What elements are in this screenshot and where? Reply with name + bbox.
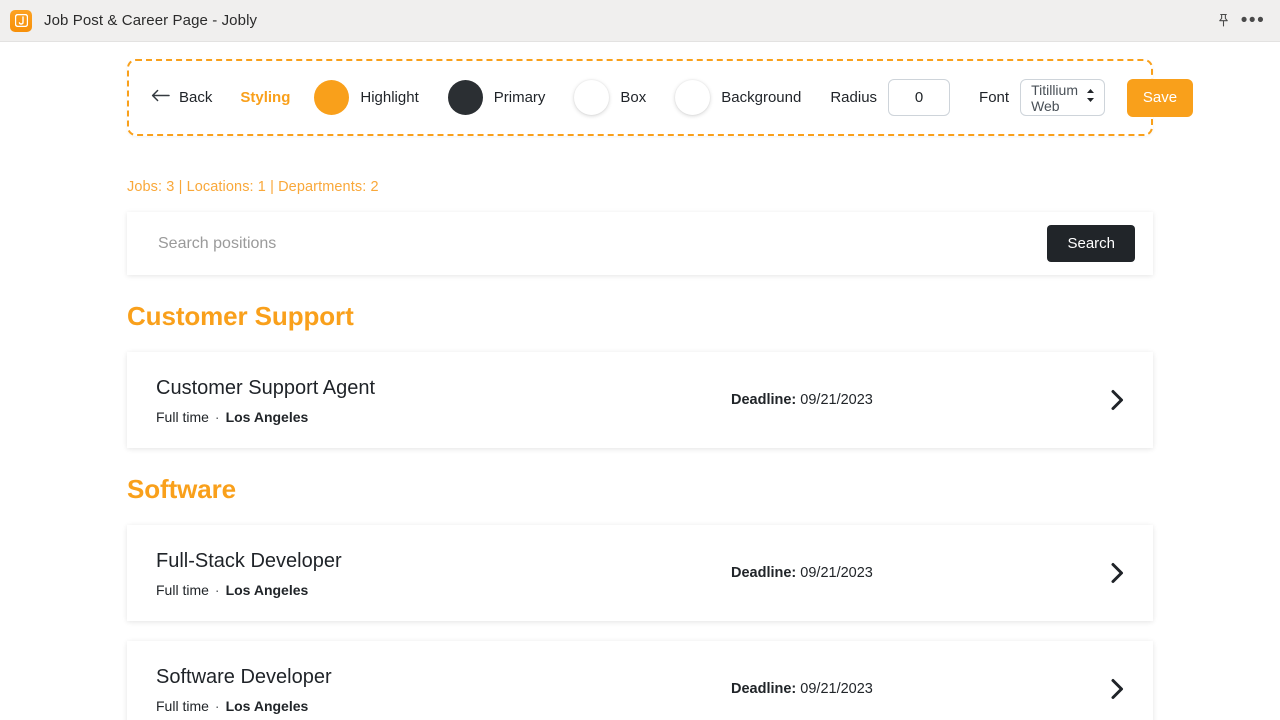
job-deadline: Deadline: 09/21/2023 [731,392,1110,408]
font-select-wrapper: Titillium Web [1020,79,1105,116]
primary-label: Primary [494,89,546,106]
job-main: Software Developer Full time · Los Angeles [156,665,731,714]
page-canvas: Back Styling Highlight Primary Box Backg… [0,42,1280,720]
swatch-group-background: Background [675,80,801,115]
job-card[interactable]: Customer Support Agent Full time · Los Ang… [127,352,1153,448]
job-main: Full-Stack Developer Full time · Los Angel… [156,549,731,598]
font-select[interactable]: Titillium Web [1020,79,1105,116]
swatch-group-primary: Primary [448,80,546,115]
search-input[interactable] [156,212,1047,275]
job-deadline-label: Deadline: [731,681,796,697]
radius-label: Radius [830,89,877,106]
more-options-icon[interactable]: ••• [1240,8,1266,34]
pin-icon[interactable] [1210,8,1236,34]
box-label: Box [620,89,646,106]
job-meta: Full time · Los Angeles [156,698,731,714]
chevron-right-icon[interactable] [1110,389,1128,411]
job-deadline-label: Deadline: [731,392,796,408]
background-label: Background [721,89,801,106]
job-deadline: Deadline: 09/21/2023 [731,565,1110,581]
primary-color-swatch[interactable] [448,80,483,115]
job-title: Full-Stack Developer [156,549,731,573]
job-meta-separator: · [215,698,220,714]
content-wrapper: Back Styling Highlight Primary Box Backg… [127,59,1153,720]
job-location: Los Angeles [226,409,309,425]
search-bar: Search [127,212,1153,275]
job-title: Software Developer [156,665,731,689]
department-title: Customer Support [127,301,1153,332]
job-deadline-label: Deadline: [731,565,796,581]
job-location: Los Angeles [226,698,309,714]
job-deadline-value: 09/21/2023 [800,392,873,408]
highlight-label: Highlight [360,89,418,106]
job-title: Customer Support Agent [156,376,731,400]
box-color-swatch[interactable] [574,80,609,115]
job-main: Customer Support Agent Full time · Los Ang… [156,376,731,425]
styling-toolbar: Back Styling Highlight Primary Box Backg… [127,59,1153,136]
back-label: Back [179,89,212,106]
swatch-group-box: Box [574,80,646,115]
highlight-color-swatch[interactable] [314,80,349,115]
job-card[interactable]: Full-Stack Developer Full time · Los Angel… [127,525,1153,621]
job-meta-separator: · [215,582,220,598]
stats-summary: Jobs: 3 | Locations: 1 | Departments: 2 [127,179,1153,195]
arrow-left-icon [151,89,170,106]
font-label: Font [979,89,1009,106]
job-employment-type: Full time [156,698,209,714]
job-location: Los Angeles [226,582,309,598]
back-button[interactable]: Back [151,89,212,106]
job-card[interactable]: Software Developer Full time · Los Angeles… [127,641,1153,720]
save-button[interactable]: Save [1127,79,1193,117]
job-employment-type: Full time [156,409,209,425]
department-title: Software [127,474,1153,505]
job-employment-type: Full time [156,582,209,598]
department-block: Software Full-Stack Developer Full time ·… [127,474,1153,720]
radius-input[interactable] [888,79,950,116]
department-block: Customer Support Customer Support Agent … [127,301,1153,448]
job-meta-separator: · [215,409,220,425]
window-title: Job Post & Career Page - Jobly [44,12,257,29]
window-titlebar: Job Post & Career Page - Jobly ••• [0,0,1280,42]
styling-section-label: Styling [240,89,290,106]
jobly-app-icon [10,10,32,32]
background-color-swatch[interactable] [675,80,710,115]
search-button[interactable]: Search [1047,225,1135,262]
job-meta: Full time · Los Angeles [156,409,731,425]
job-deadline-value: 09/21/2023 [800,681,873,697]
job-meta: Full time · Los Angeles [156,582,731,598]
chevron-right-icon[interactable] [1110,678,1128,700]
chevron-right-icon[interactable] [1110,562,1128,584]
job-deadline: Deadline: 09/21/2023 [731,681,1110,697]
swatch-group-highlight: Highlight [314,80,418,115]
job-deadline-value: 09/21/2023 [800,565,873,581]
